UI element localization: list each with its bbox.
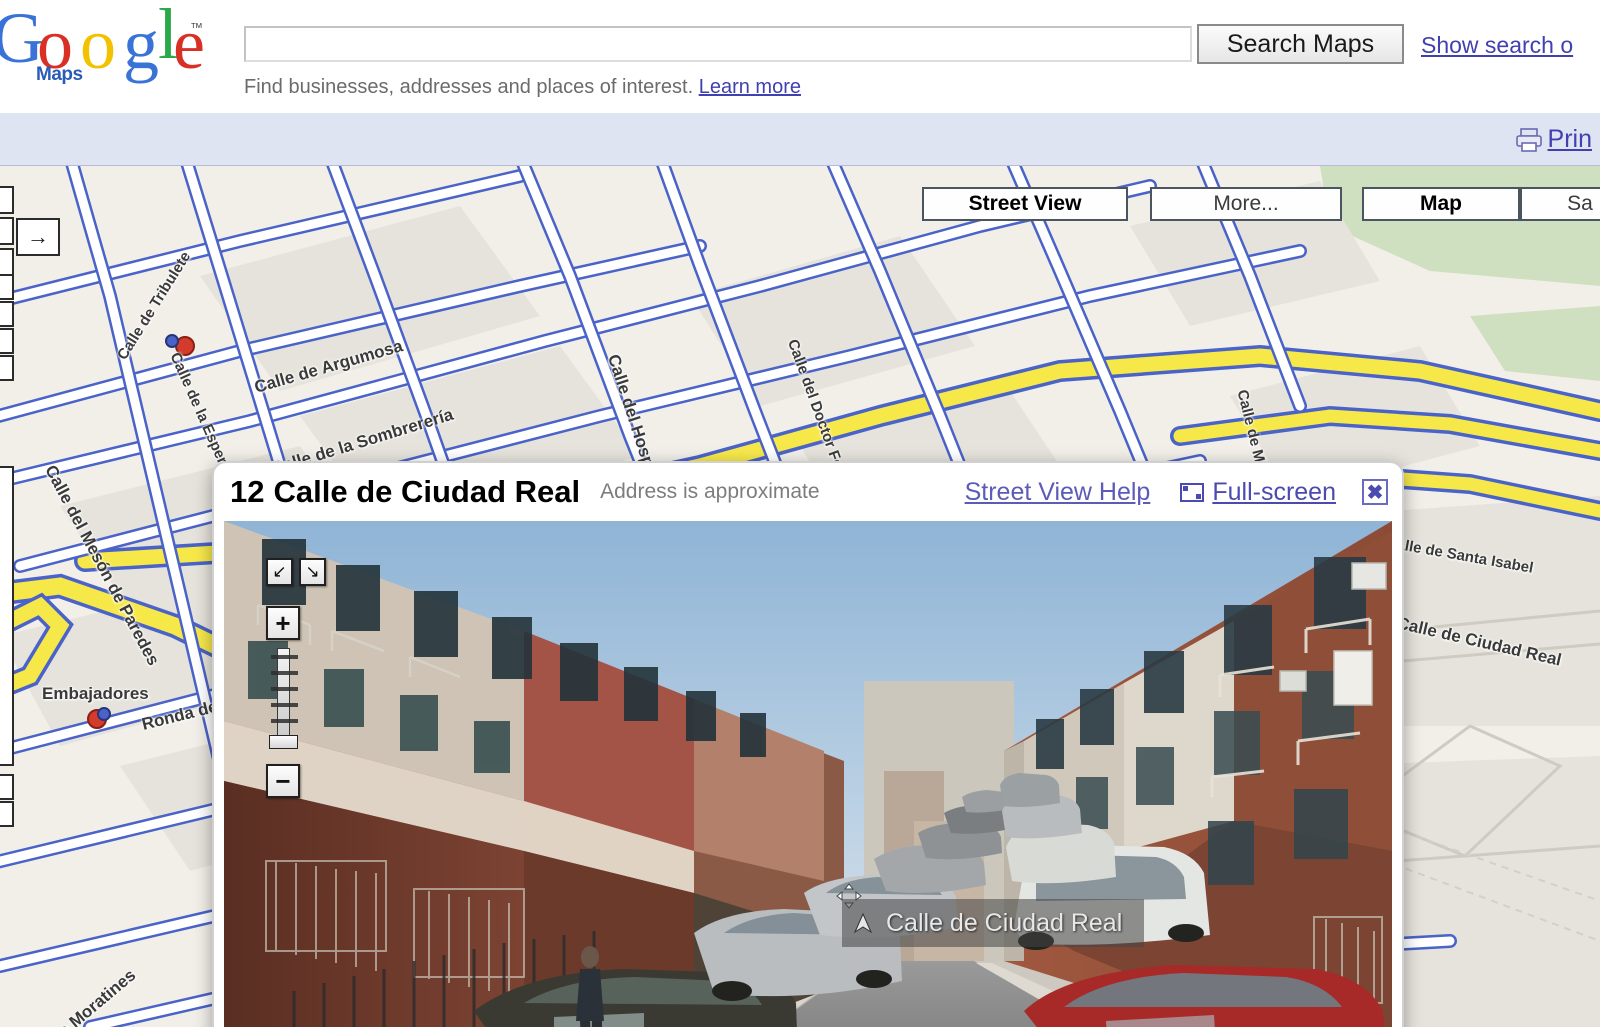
panorama-street-overlay[interactable]: Calle de Ciudad Real — [842, 899, 1145, 947]
pan-left-button[interactable] — [0, 217, 14, 245]
fullscreen-icon — [1180, 482, 1205, 502]
rotate-left-icon[interactable]: ↙ — [266, 558, 293, 586]
search-hint-label: Find businesses, addresses and places of… — [244, 76, 694, 98]
navigation-arrow-icon[interactable] — [852, 912, 874, 934]
show-search-options-link[interactable]: Show search o — [1421, 32, 1573, 59]
pan-down-button[interactable] — [0, 248, 14, 276]
slider-tick — [271, 671, 298, 675]
pan-up-button[interactable] — [0, 186, 14, 214]
search-maps-button[interactable]: Search Maps — [1197, 24, 1404, 64]
logo-letter-g2: g — [123, 4, 159, 84]
map-canvas[interactable]: .rd { stroke:#ffffff; fill:none; stroke-… — [0, 166, 1600, 1027]
logo-letter-e: e — [173, 4, 205, 84]
map-mode-map[interactable]: Map — [1362, 187, 1520, 221]
close-icon[interactable]: ✖ — [1362, 479, 1388, 505]
print-action[interactable]: Prin — [1515, 125, 1592, 154]
street-view-help-link[interactable]: Street View Help — [965, 478, 1151, 507]
slider-tick — [271, 719, 298, 723]
map-zoom-in-button[interactable] — [0, 274, 14, 300]
map-zoom-level-tick[interactable] — [0, 774, 14, 800]
map-mode-buttons[interactable]: Street View More... Map Sa — [922, 187, 1600, 221]
panorama-street-name: Calle de Ciudad Real — [886, 908, 1123, 937]
panorama-zoom-out-button[interactable]: − — [266, 764, 300, 798]
panorama-controls[interactable]: ↙ ↘ + − — [266, 558, 326, 798]
map-zoom-out-button[interactable] — [0, 801, 14, 827]
map-zoom-level-tick[interactable] — [0, 355, 14, 381]
fullscreen-link[interactable]: Full-screen — [1212, 478, 1336, 507]
map-zoom-slider[interactable] — [0, 466, 14, 766]
google-maps-page: G o o g l e ™ Maps Search Maps Show sear… — [0, 0, 1600, 1027]
slider-tick — [271, 703, 298, 707]
map-zoom-level-tick[interactable] — [0, 301, 14, 327]
panorama-rotate-controls[interactable]: ↙ ↘ — [266, 558, 326, 586]
slider-thumb[interactable] — [269, 735, 298, 749]
search-hint-text: Find businesses, addresses and places of… — [244, 76, 801, 99]
search-input[interactable] — [244, 26, 1192, 62]
panorama-zoom-in-button[interactable]: + — [266, 606, 300, 640]
page-header: G o o g l e ™ Maps Search Maps Show sear… — [0, 0, 1600, 114]
address-street: Calle de Ciudad Real — [273, 474, 581, 509]
slider-tick — [271, 655, 298, 659]
rotate-right-icon[interactable]: ↘ — [299, 558, 326, 586]
action-subbar: Prin — [0, 113, 1600, 166]
printer-icon — [1515, 127, 1542, 152]
panorama-zoom-slider[interactable] — [269, 648, 298, 749]
map-mode-street-view[interactable]: Street View — [922, 187, 1128, 221]
google-maps-logo[interactable]: G o o g l e ™ Maps — [0, 0, 222, 97]
slider-tick — [271, 687, 298, 691]
street-view-header: 12 Calle de Ciudad Real Address is appro… — [214, 463, 1402, 521]
street-view-panorama[interactable]: ↙ ↘ + − Calle de Ciudad Real — [224, 521, 1392, 1027]
map-mode-satellite[interactable]: Sa — [1520, 187, 1600, 221]
trademark-symbol: ™ — [190, 20, 203, 35]
logo-letter-o2: o — [80, 4, 116, 84]
address-number: 12 — [230, 474, 265, 509]
map-mode-more[interactable]: More... — [1150, 187, 1342, 221]
panorama-image — [224, 521, 1392, 1027]
map-zoom-level-tick[interactable] — [0, 328, 14, 354]
street-view-info-window: 12 Calle de Ciudad Real Address is appro… — [212, 461, 1404, 1027]
map-zoom-lower-controls[interactable] — [0, 774, 14, 828]
pan-right-button[interactable]: → — [16, 218, 60, 256]
learn-more-link[interactable]: Learn more — [699, 76, 801, 98]
fullscreen-action[interactable]: Full-screen — [1180, 478, 1336, 507]
logo-product-name: Maps — [36, 64, 83, 85]
print-link[interactable]: Prin — [1548, 125, 1592, 154]
address-approximate-note: Address is approximate — [600, 480, 820, 503]
map-zoom-strip[interactable] — [0, 274, 14, 382]
